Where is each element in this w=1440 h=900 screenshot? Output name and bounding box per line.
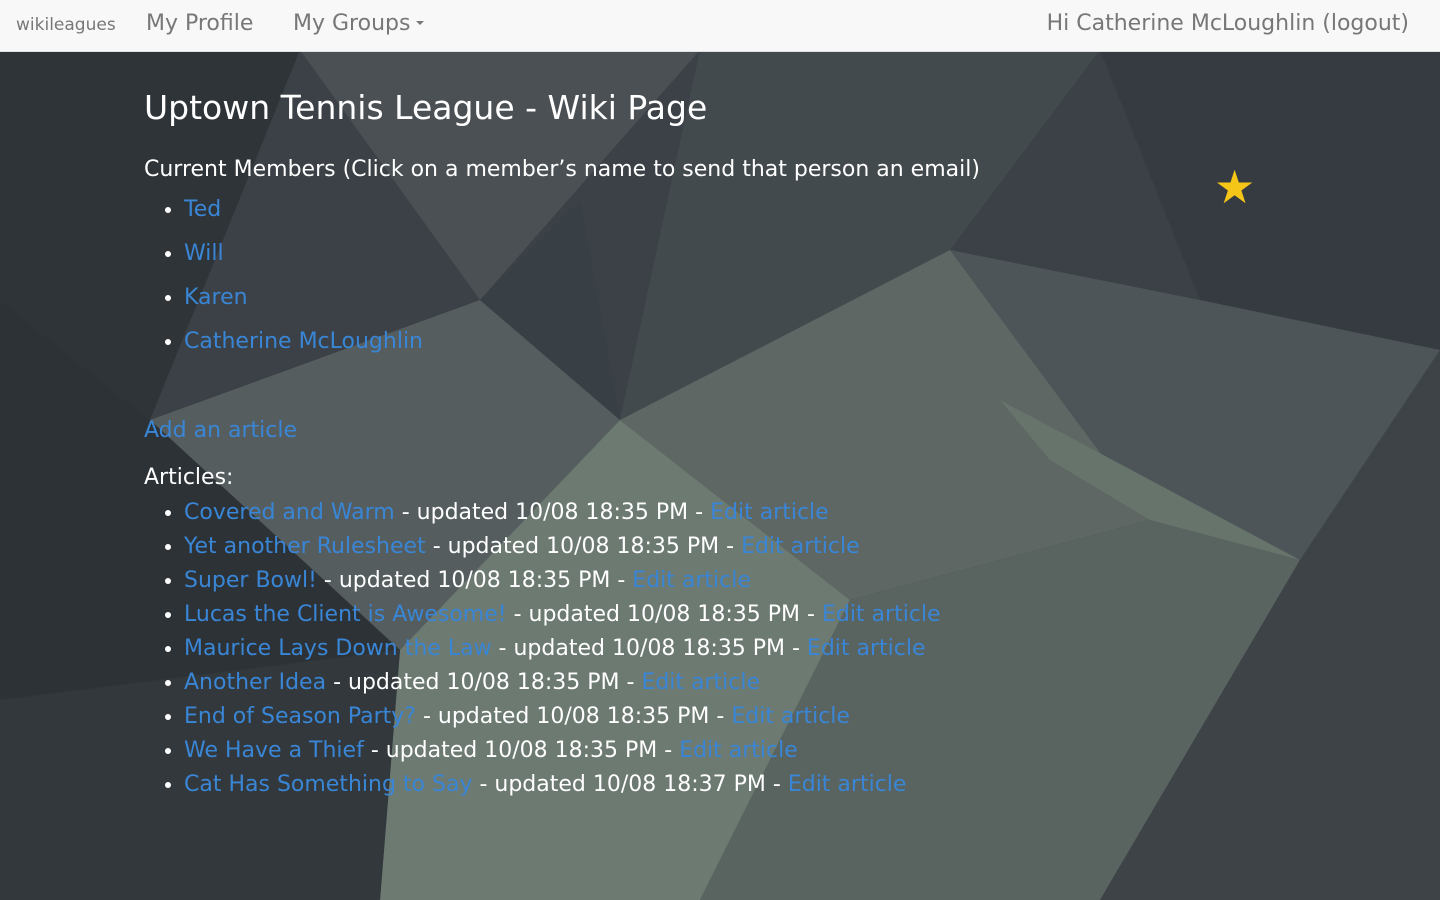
article-title-link[interactable]: End of Season Party? [184, 704, 416, 729]
article-updated: - updated 10/08 18:35 PM - [491, 636, 807, 661]
nav-my-groups-dropdown[interactable]: My Groups [293, 11, 425, 36]
nav-my-groups-label: My Groups [293, 11, 411, 36]
edit-article-link[interactable]: Edit article [641, 670, 760, 695]
article-updated: - updated 10/08 18:35 PM - [316, 568, 633, 593]
article-title-link[interactable]: Maurice Lays Down the Law [184, 636, 492, 661]
member-item: Ted [184, 188, 1244, 232]
member-link[interactable]: Catherine McLoughlin [184, 329, 423, 354]
article-title-link[interactable]: Yet another Rulesheet [184, 534, 426, 559]
article-title-link[interactable]: We Have a Thief [184, 738, 364, 763]
member-link[interactable]: Ted [184, 197, 221, 222]
article-item: Super Bowl! - updated 10/08 18:35 PM - E… [184, 564, 1244, 598]
article-title-link[interactable]: Cat Has Something to Say [184, 772, 472, 797]
member-item: Karen [184, 276, 1244, 320]
article-updated: - updated 10/08 18:35 PM - [363, 738, 680, 763]
top-navbar: wikileagues My Profile My Groups Hi Cath… [0, 0, 1440, 52]
article-item: End of Season Party? - updated 10/08 18:… [184, 700, 1244, 734]
article-item: Cat Has Something to Say - updated 10/08… [184, 768, 1244, 802]
edit-article-link[interactable]: Edit article [822, 602, 941, 627]
add-article-link[interactable]: Add an article [144, 418, 297, 443]
edit-article-link[interactable]: Edit article [741, 534, 860, 559]
members-heading: Current Members (Click on a member’s nam… [144, 157, 980, 182]
page-title: Uptown Tennis League - Wiki Page [144, 88, 708, 127]
articles-list: Covered and Warm - updated 10/08 18:35 P… [144, 496, 1244, 802]
edit-article-link[interactable]: Edit article [679, 738, 798, 763]
article-item: Lucas the Client is Awesome! - updated 1… [184, 598, 1244, 632]
edit-article-link[interactable]: Edit article [632, 568, 751, 593]
article-updated: - updated 10/08 18:35 PM - [425, 534, 742, 559]
article-item: We Have a Thief - updated 10/08 18:35 PM… [184, 734, 1244, 768]
article-updated: - updated 10/08 18:35 PM - [415, 704, 732, 729]
edit-article-link[interactable]: Edit article [710, 500, 829, 525]
article-item: Maurice Lays Down the Law - updated 10/0… [184, 632, 1244, 666]
article-updated: - updated 10/08 18:37 PM - [472, 772, 788, 797]
article-item: Another Idea - updated 10/08 18:35 PM - … [184, 666, 1244, 700]
article-title-link[interactable]: Super Bowl! [184, 568, 317, 593]
article-title-link[interactable]: Another Idea [184, 670, 326, 695]
article-item: Covered and Warm - updated 10/08 18:35 P… [184, 496, 1244, 530]
user-greeting-logout[interactable]: Hi Catherine McLoughlin (logout) [1047, 11, 1409, 36]
main-content: Uptown Tennis League - Wiki Page Current… [144, 88, 1244, 802]
article-updated: - updated 10/08 18:35 PM - [394, 500, 711, 525]
caret-down-icon [416, 20, 425, 25]
edit-article-link[interactable]: Edit article [788, 772, 907, 797]
articles-heading: Articles: [144, 465, 234, 490]
member-link[interactable]: Karen [184, 285, 248, 310]
member-item: Will [184, 232, 1244, 276]
member-item: Catherine McLoughlin [184, 320, 1244, 364]
article-updated: - updated 10/08 18:35 PM - [326, 670, 642, 695]
nav-my-profile[interactable]: My Profile [146, 11, 253, 36]
article-title-link[interactable]: Covered and Warm [184, 500, 395, 525]
edit-article-link[interactable]: Edit article [731, 704, 850, 729]
brand-logo[interactable]: wikileagues [16, 15, 116, 35]
article-title-link[interactable]: Lucas the Client is Awesome! [184, 602, 507, 627]
members-list: Ted Will Karen Catherine McLoughlin [144, 188, 1244, 364]
article-item: Yet another Rulesheet - updated 10/08 18… [184, 530, 1244, 564]
article-updated: - updated 10/08 18:35 PM - [506, 602, 822, 627]
edit-article-link[interactable]: Edit article [807, 636, 926, 661]
member-link[interactable]: Will [184, 241, 224, 266]
